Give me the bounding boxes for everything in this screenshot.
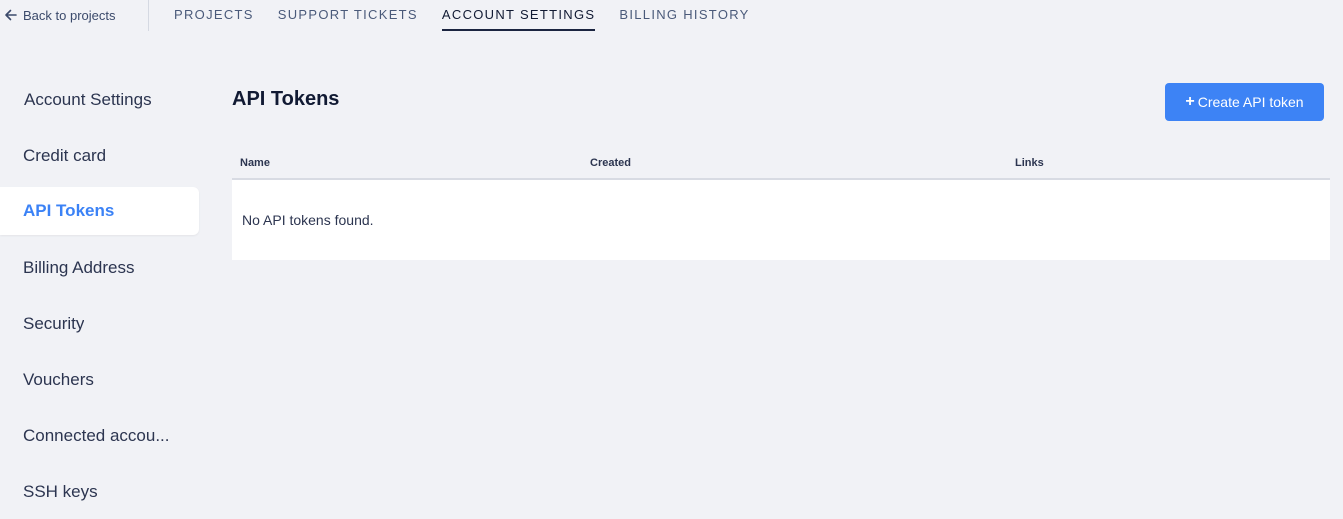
column-header-name[interactable]: Name [240,157,270,169]
top-navigation: Back to projects PROJECTS SUPPORT TICKET… [0,0,1343,32]
sidebar-item-label: Account Settings [24,90,152,109]
page-title: API Tokens [232,88,340,110]
column-header-created[interactable]: Created [590,157,631,169]
sidebar-item-label: Credit card [23,146,107,165]
sidebar-item-label: Connected accou... [23,426,170,445]
sidebar-item-api-tokens[interactable]: API Tokens [0,187,199,235]
plus-icon: + [1185,93,1195,110]
main-tabs: PROJECTS SUPPORT TICKETS ACCOUNT SETTING… [174,0,774,32]
table-body: No API tokens found. [232,180,1330,260]
sidebar-item-label: Billing Address [23,258,135,277]
sidebar-item-label: Vouchers [23,370,94,389]
sidebar-item-security[interactable]: Security [0,300,199,348]
tab-support-tickets[interactable]: SUPPORT TICKETS [278,0,418,32]
nav-divider [148,0,149,31]
sidebar-item-connected-accounts[interactable]: Connected accou... [0,412,199,460]
back-to-projects-link[interactable]: Back to projects [4,6,116,24]
table-header: Name Created Links [232,150,1330,180]
tab-billing-history[interactable]: BILLING HISTORY [619,0,749,32]
api-tokens-table: Name Created Links No API tokens found. [232,150,1330,260]
sidebar-item-label: SSH keys [23,482,98,501]
sidebar-item-credit-card[interactable]: Credit card [0,132,199,180]
back-link-label: Back to projects [23,7,116,23]
sidebar-item-vouchers[interactable]: Vouchers [0,356,199,404]
arrow-left-icon [5,9,17,21]
tab-account-settings[interactable]: ACCOUNT SETTINGS [441,0,596,32]
empty-state-message: No API tokens found. [242,212,374,228]
sidebar-item-account-settings[interactable]: Account Settings [0,76,199,124]
tab-projects[interactable]: PROJECTS [174,0,254,32]
create-button-label: Create API token [1197,94,1304,110]
sidebar-item-label: API Tokens [23,201,115,220]
sidebar-item-label: Security [23,314,85,333]
sidebar-item-billing-address[interactable]: Billing Address [0,244,199,292]
create-api-token-button[interactable]: + Create API token [1165,83,1324,121]
column-header-links[interactable]: Links [1015,157,1044,169]
sidebar-item-ssh-keys[interactable]: SSH keys [0,468,199,516]
